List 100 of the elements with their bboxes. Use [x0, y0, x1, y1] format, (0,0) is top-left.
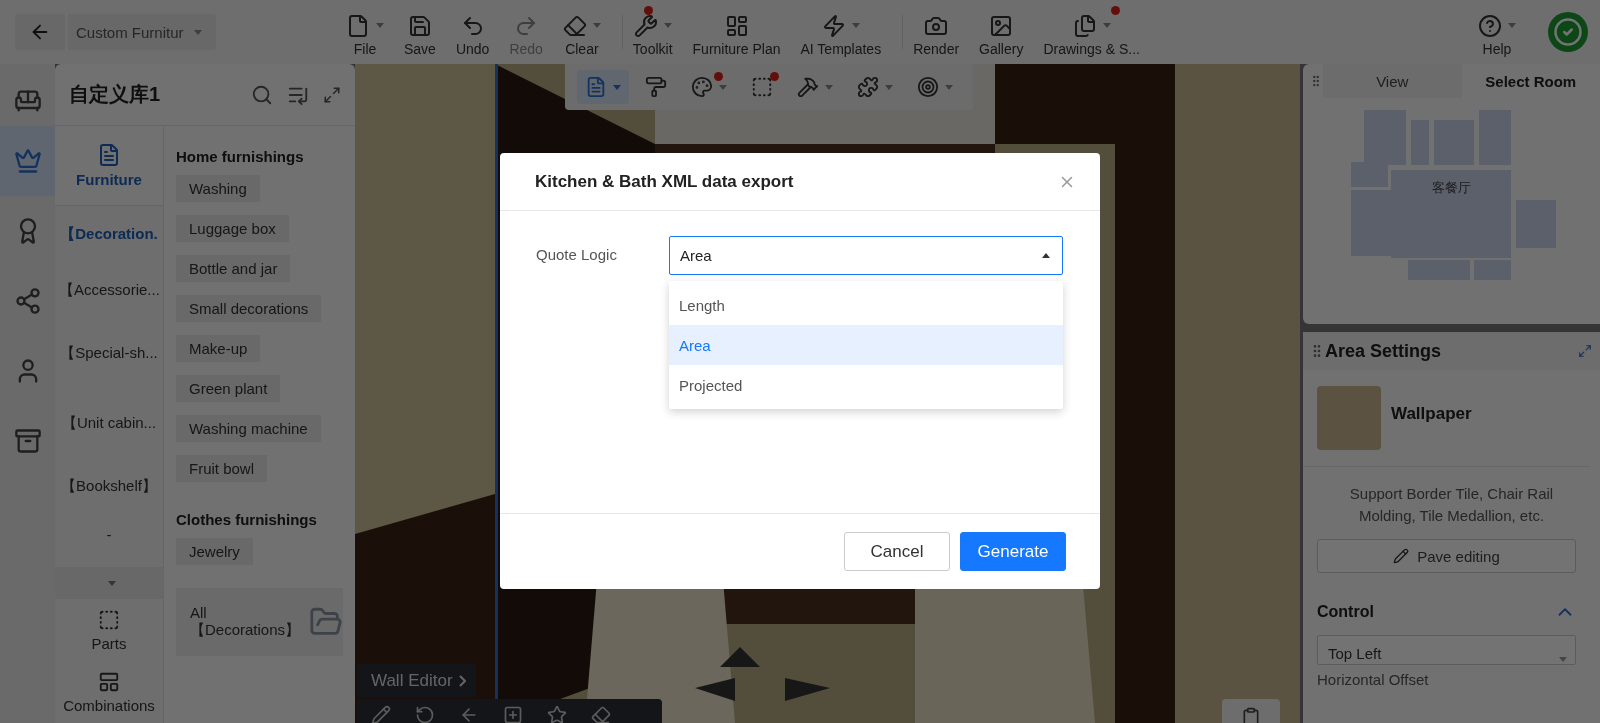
caret-icon — [193, 29, 202, 35]
toolbar-button[interactable]: AI Templates — [790, 0, 904, 64]
caret-icon — [376, 23, 384, 28]
category-item[interactable]: - — [55, 514, 163, 554]
toolbar-button[interactable]: Clear — [552, 0, 623, 64]
group-title: Clothes furnishings — [176, 511, 317, 528]
caret-icon — [108, 580, 116, 586]
dropdown-option[interactable]: Projected — [669, 365, 1063, 405]
cancel-button[interactable]: Cancel — [844, 532, 950, 571]
category-chip[interactable]: Washing machine — [176, 415, 321, 442]
wrench-icon — [633, 13, 658, 38]
layout-icon — [724, 13, 749, 38]
caret-icon — [663, 23, 672, 28]
caret-icon — [719, 84, 727, 90]
category-chip[interactable]: Green plant — [176, 375, 281, 402]
dropdown-option[interactable]: Length — [669, 285, 1063, 325]
caret-icon — [1102, 23, 1111, 28]
eraser-icon — [562, 13, 587, 38]
target-icon — [917, 76, 939, 98]
category-item[interactable]: 【Bookshelf】 — [55, 458, 163, 514]
view-tab[interactable]: View — [1323, 64, 1462, 98]
help-icon — [1478, 13, 1502, 38]
panel-title: Area Settings — [1325, 340, 1443, 362]
eraser-icon[interactable] — [591, 705, 611, 723]
crown-icon — [13, 147, 42, 175]
caret-icon — [1559, 657, 1567, 662]
caret-icon — [825, 84, 833, 90]
expand-icon[interactable] — [323, 85, 341, 104]
palette-icon — [691, 76, 713, 98]
category-chip[interactable]: Small decorations — [176, 295, 322, 322]
category-tab[interactable]: Parts — [55, 599, 163, 661]
pencil-icon[interactable] — [371, 705, 391, 723]
category-item[interactable]: 【Unit cabin... — [55, 388, 163, 458]
paint-roller-icon — [645, 76, 667, 98]
toolbar-button[interactable]: File — [336, 0, 394, 64]
project-dropdown[interactable]: Custom Furnitur — [68, 14, 216, 50]
category-chip[interactable]: Luggage box — [176, 215, 289, 242]
caret-icon — [1042, 253, 1050, 258]
toolbar-button[interactable]: Gallery — [969, 0, 1034, 64]
toolbar-button[interactable]: Render — [903, 0, 970, 64]
tool-button[interactable] — [577, 70, 629, 104]
clipboard-icon[interactable] — [1241, 707, 1261, 723]
category-chip[interactable]: Fruit bowl — [176, 455, 268, 482]
wall-editor-button[interactable]: Wall Editor — [357, 664, 476, 697]
save-icon — [407, 13, 432, 38]
caret-icon — [613, 84, 621, 90]
dashed-square-icon — [98, 608, 120, 631]
category-chip[interactable]: Bottle and jar — [176, 255, 291, 282]
generate-button[interactable]: Generate — [960, 532, 1066, 571]
category-item[interactable]: 【Special-sh... — [55, 318, 163, 388]
caret-icon — [885, 84, 893, 90]
cabinet-icon — [13, 427, 42, 455]
image-icon — [989, 13, 1014, 38]
back-button[interactable] — [15, 14, 65, 50]
hammer-icon — [797, 76, 819, 98]
toolbar-button[interactable]: Save — [394, 0, 446, 64]
dashed-square-icon — [751, 76, 773, 98]
category-chip[interactable]: Jewelry — [176, 538, 253, 565]
category-chip[interactable]: Washing — [176, 175, 260, 202]
floor-plan-drawing[interactable]: 客餐厅 — [1351, 110, 1561, 285]
section-title: Control — [1317, 603, 1375, 621]
toolbar-button[interactable]: Undo — [445, 0, 500, 64]
toolbar-button[interactable]: Drawings & S... — [1033, 0, 1150, 64]
expand-icon[interactable] — [1578, 344, 1592, 358]
caret-icon — [851, 23, 860, 28]
search-icon[interactable] — [251, 83, 273, 106]
star-icon[interactable] — [547, 705, 567, 723]
caret-icon — [1508, 23, 1516, 28]
support-note: Support Border Tile, Chair Rail Molding, Tile Medallion, etc. — [1348, 484, 1555, 526]
chevron-right-icon — [458, 674, 466, 687]
group-title: Home furnishings — [176, 148, 304, 165]
anchor-dropdown[interactable]: Top Left — [1317, 635, 1576, 665]
document-icon — [585, 76, 607, 98]
documents-icon — [1072, 13, 1097, 38]
rotate-icon[interactable] — [415, 705, 435, 723]
toolbar-button[interactable]: Furniture Plan — [682, 0, 791, 64]
add-icon[interactable] — [503, 705, 523, 723]
dropdown-option[interactable]: Area — [669, 325, 1063, 365]
caret-icon — [945, 84, 953, 90]
toolbar-button[interactable]: Toolkit — [622, 0, 683, 64]
material-name: Wallpaper — [1391, 403, 1472, 425]
check-icon[interactable] — [1548, 12, 1588, 52]
category-tab[interactable]: Combinations — [55, 661, 163, 723]
layout-icon — [98, 670, 120, 693]
pencil-icon — [1393, 548, 1410, 564]
nodes-icon — [13, 287, 42, 315]
quote-logic-select[interactable]: Area — [669, 236, 1063, 275]
puzzle-icon — [857, 76, 879, 98]
panel-title: 自定义库1 — [69, 82, 162, 107]
category-item[interactable]: 【Decoration. — [55, 206, 163, 262]
all-items-card[interactable]: All 【Decorations】 — [176, 588, 343, 656]
pave-editing-button[interactable]: Pave editing — [1317, 539, 1576, 573]
help-button[interactable]: Help — [1468, 0, 1526, 64]
material-swatch[interactable] — [1317, 386, 1381, 450]
field-label: Horizontal Offset — [1316, 670, 1430, 688]
field-label: Quote Logic — [536, 245, 618, 265]
category-item[interactable]: 【Accessorie... — [55, 262, 163, 318]
category-chip[interactable]: Make-up — [176, 335, 261, 362]
room-label: 客餐厅 — [1431, 180, 1471, 195]
document-icon — [97, 143, 121, 167]
